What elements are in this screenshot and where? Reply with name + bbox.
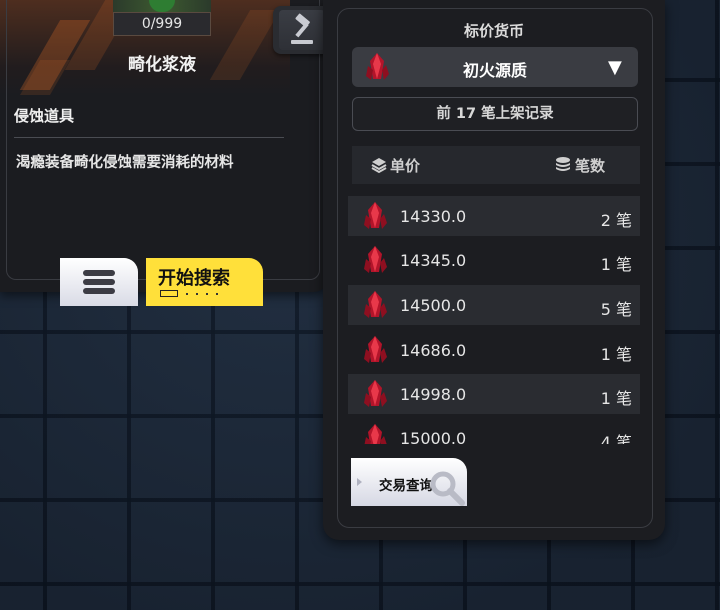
- listing-price: 14330.0: [400, 207, 467, 226]
- layers-icon: [371, 158, 387, 174]
- list-item[interactable]: 15000.0 4 笔: [348, 418, 640, 444]
- listing-count: 4 笔: [600, 433, 632, 444]
- list-item[interactable]: 14998.0 1 笔: [348, 374, 640, 414]
- crystal-icon: [364, 202, 387, 229]
- item-name: 畸化浆液: [128, 55, 196, 75]
- crystal-icon: [364, 291, 387, 318]
- listing-price: 15000.0: [400, 429, 467, 444]
- divider: [14, 137, 284, 138]
- crystal-icon: [364, 380, 387, 407]
- list-item[interactable]: 14500.0 5 笔: [348, 285, 640, 325]
- item-type: 侵蚀道具: [14, 107, 75, 125]
- listing-price: 14500.0: [400, 296, 467, 315]
- crystal-icon: [364, 424, 387, 444]
- item-count: 0/999: [113, 12, 211, 36]
- trade-query-label: 交易查询: [379, 478, 433, 494]
- list-item[interactable]: 14686.0 1 笔: [348, 330, 640, 370]
- listing-price: 14998.0: [400, 385, 467, 404]
- listing-count: 1 笔: [600, 255, 632, 274]
- listing-list: 14330.0 2 笔 14345.0 1 笔 14500.0 5 笔 1468…: [348, 192, 642, 444]
- listing-price: 14686.0: [400, 341, 467, 360]
- keyboard-hint-icon: [160, 290, 240, 298]
- listing-count: 1 笔: [600, 345, 632, 364]
- listing-price: 14345.0: [400, 251, 467, 270]
- listing-records-button[interactable]: 前 17 笔上架记录: [352, 97, 638, 131]
- trade-query-button[interactable]: 交易查询: [351, 458, 467, 506]
- start-search-label: 开始搜索: [158, 268, 230, 289]
- magnifier-icon: [430, 471, 465, 506]
- dropdown-arrow-icon: ▼: [608, 57, 622, 78]
- listing-count: 1 笔: [600, 389, 632, 408]
- currency-title: 标价货币: [463, 22, 524, 40]
- currency-select[interactable]: 初火源质 ▼: [352, 47, 638, 87]
- listing-count: 2 笔: [600, 211, 632, 230]
- crystal-icon: [364, 246, 387, 273]
- item-icon: [113, 0, 211, 12]
- list-item[interactable]: 14345.0 1 笔: [348, 240, 640, 280]
- column-price: 单价: [390, 157, 421, 175]
- arrow-tip-icon: [357, 478, 362, 486]
- table-header: 单价 笔数: [352, 146, 640, 184]
- coin-stack-icon: [556, 157, 570, 171]
- listing-count: 5 笔: [600, 300, 632, 319]
- column-count: 笔数: [575, 157, 606, 175]
- currency-selected: 初火源质: [462, 61, 527, 80]
- gavel-icon: [279, 10, 325, 50]
- list-item[interactable]: 14330.0 2 笔: [348, 196, 640, 236]
- menu-button[interactable]: [60, 258, 138, 306]
- item-description: 渴瘾装备畸化侵蚀需要消耗的材料: [16, 155, 234, 171]
- crystal-icon: [364, 336, 387, 363]
- start-search-button[interactable]: 开始搜索: [146, 258, 263, 306]
